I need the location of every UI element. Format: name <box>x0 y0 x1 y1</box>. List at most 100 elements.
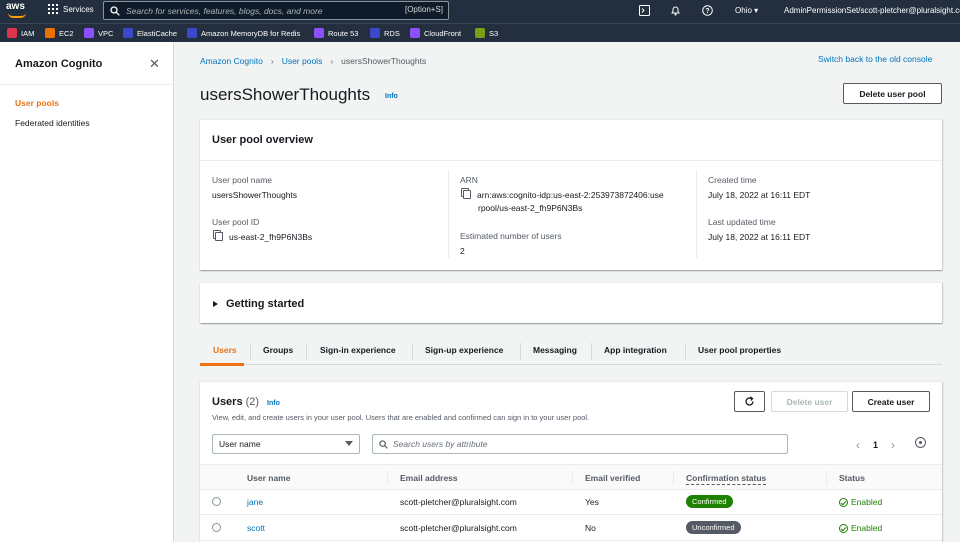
breadcrumb-cognito[interactable]: Amazon Cognito <box>200 56 263 66</box>
chevron-right-icon: › <box>270 56 274 66</box>
copy-icon[interactable] <box>215 232 223 241</box>
delete-user-pool-button[interactable]: Delete user pool <box>843 83 942 104</box>
global-search-input[interactable] <box>126 5 396 16</box>
fav-s3[interactable]: S3 <box>475 28 498 38</box>
pagination: ‹ 1 › <box>856 438 895 452</box>
email-cell: scott-pletcher@pluralsight.com <box>400 497 517 507</box>
help-icon[interactable]: ? <box>702 5 714 17</box>
row-radio[interactable] <box>212 523 221 532</box>
pool-name-value: usersShowerThoughts <box>212 190 298 200</box>
delete-user-button[interactable]: Delete user <box>771 391 848 412</box>
confirmation-badge: Confirmed <box>686 495 733 508</box>
search-icon <box>379 439 388 449</box>
rds-icon <box>370 28 380 38</box>
sidebar-title: Amazon Cognito <box>15 58 103 70</box>
tab-groups[interactable]: Groups <box>263 345 293 355</box>
table-row[interactable]: scott scott-pletcher@pluralsight.com No … <box>200 515 942 541</box>
sidebar-item-user-pools[interactable]: User pools <box>15 98 59 108</box>
copy-icon[interactable] <box>463 190 471 199</box>
favorites-bar: IAM EC2 VPC ElastiCache Amazon MemoryDB … <box>0 23 960 42</box>
switch-old-console-link[interactable]: Switch back to the old console <box>818 54 932 64</box>
grid-icon <box>48 4 58 14</box>
users-search-input[interactable] <box>393 439 773 449</box>
chevron-right-icon: › <box>330 56 334 66</box>
col-status[interactable]: Status <box>839 473 865 483</box>
breadcrumb-current: usersShowerThoughts <box>341 56 427 66</box>
aws-logo[interactable]: aws <box>6 2 30 20</box>
col-confirmation-status[interactable]: Confirmation status <box>686 473 767 485</box>
col-email-verified[interactable]: Email verified <box>585 473 640 483</box>
fav-elasticache[interactable]: ElastiCache <box>123 28 177 38</box>
fav-memorydb[interactable]: Amazon MemoryDB for Redis <box>187 28 300 38</box>
top-navigation: aws Services [Option+S] ? Ohio ▾ AdminPe… <box>0 0 960 23</box>
attribute-select[interactable]: User name <box>212 434 360 454</box>
tab-messaging[interactable]: Messaging <box>533 345 577 355</box>
created-label: Created time <box>708 175 757 185</box>
gear-icon[interactable] <box>915 437 926 448</box>
refresh-icon <box>745 396 754 406</box>
vpc-icon <box>84 28 94 38</box>
fav-vpc[interactable]: VPC <box>84 28 113 38</box>
create-user-button[interactable]: Create user <box>852 391 930 412</box>
tab-user-pool-properties[interactable]: User pool properties <box>698 345 781 355</box>
overview-heading: User pool overview <box>212 134 313 146</box>
created-value: July 18, 2022 at 16:11 EDT <box>708 190 811 200</box>
user-name-link[interactable]: scott <box>247 523 265 533</box>
region-label: Ohio <box>735 6 752 15</box>
user-pool-overview-card: User pool overview User pool name usersS… <box>200 119 942 270</box>
tab-sign-up-experience[interactable]: Sign-up experience <box>425 345 503 355</box>
arn-value: arn:aws:cognito-idp:us-east-2:2539738724… <box>463 189 664 215</box>
search-shortcut: [Option+S] <box>404 5 443 14</box>
check-circle-icon <box>839 523 848 533</box>
tab-bar: Users Groups Sign-in experience Sign-up … <box>200 338 942 365</box>
chevron-right-icon[interactable]: › <box>891 438 895 452</box>
col-user-name[interactable]: User name <box>247 473 290 483</box>
est-users-label: Estimated number of users <box>460 231 562 241</box>
page-number[interactable]: 1 <box>873 440 878 450</box>
pool-id-label: User pool ID <box>212 217 260 227</box>
fav-cloudfront[interactable]: CloudFront <box>410 28 461 38</box>
confirmation-badge: Unconfirmed <box>686 521 741 534</box>
sidebar-item-federated-identities[interactable]: Federated identities <box>15 118 90 128</box>
verified-cell: Yes <box>585 497 599 507</box>
verified-cell: No <box>585 523 596 533</box>
region-selector[interactable]: Ohio ▾ <box>735 6 758 15</box>
chevron-left-icon[interactable]: ‹ <box>856 438 860 452</box>
users-count: (2) <box>245 396 260 408</box>
elasticache-icon <box>123 28 133 38</box>
table-header: User name Email address Email verified C… <box>200 464 942 490</box>
table-row[interactable]: jane scott-pletcher@pluralsight.com Yes … <box>200 489 942 515</box>
tab-app-integration[interactable]: App integration <box>604 345 667 355</box>
est-users-value: 2 <box>460 246 465 256</box>
services-menu[interactable]: Services <box>48 4 94 14</box>
getting-started-card[interactable]: Getting started <box>200 282 942 323</box>
account-menu[interactable]: AdminPermissionSet/scott-pletcher@plural… <box>784 6 960 15</box>
tab-sign-in-experience[interactable]: Sign-in experience <box>320 345 396 355</box>
pool-name-label: User pool name <box>212 175 273 185</box>
getting-started-toggle[interactable]: Getting started <box>213 298 304 310</box>
users-search[interactable] <box>372 434 788 454</box>
cloudshell-icon[interactable] <box>639 5 651 17</box>
fav-rds[interactable]: RDS <box>370 28 400 38</box>
breadcrumb-user-pools[interactable]: User pools <box>282 56 323 66</box>
col-email-address[interactable]: Email address <box>400 473 458 483</box>
users-info-link[interactable]: Info <box>267 400 280 407</box>
bell-icon[interactable] <box>670 5 682 17</box>
user-name-link[interactable]: jane <box>247 497 263 507</box>
global-search[interactable]: [Option+S] <box>103 1 449 20</box>
s3-icon <box>475 28 485 38</box>
close-icon[interactable]: ✕ <box>149 56 160 72</box>
fav-route53[interactable]: Route 53 <box>314 28 358 38</box>
users-heading: Users (2) Info <box>212 396 280 408</box>
updated-value: July 18, 2022 at 16:11 EDT <box>708 232 811 242</box>
refresh-button[interactable] <box>734 391 765 412</box>
page-info-link[interactable]: Info <box>385 93 398 100</box>
row-radio[interactable] <box>212 497 221 506</box>
check-circle-icon <box>839 497 848 507</box>
fav-ec2[interactable]: EC2 <box>45 28 74 38</box>
memorydb-icon <box>187 28 197 38</box>
tab-users[interactable]: Users <box>213 345 237 355</box>
status-cell: Enabled <box>839 497 882 507</box>
fav-iam[interactable]: IAM <box>7 28 34 38</box>
cloudfront-icon <box>410 28 420 38</box>
